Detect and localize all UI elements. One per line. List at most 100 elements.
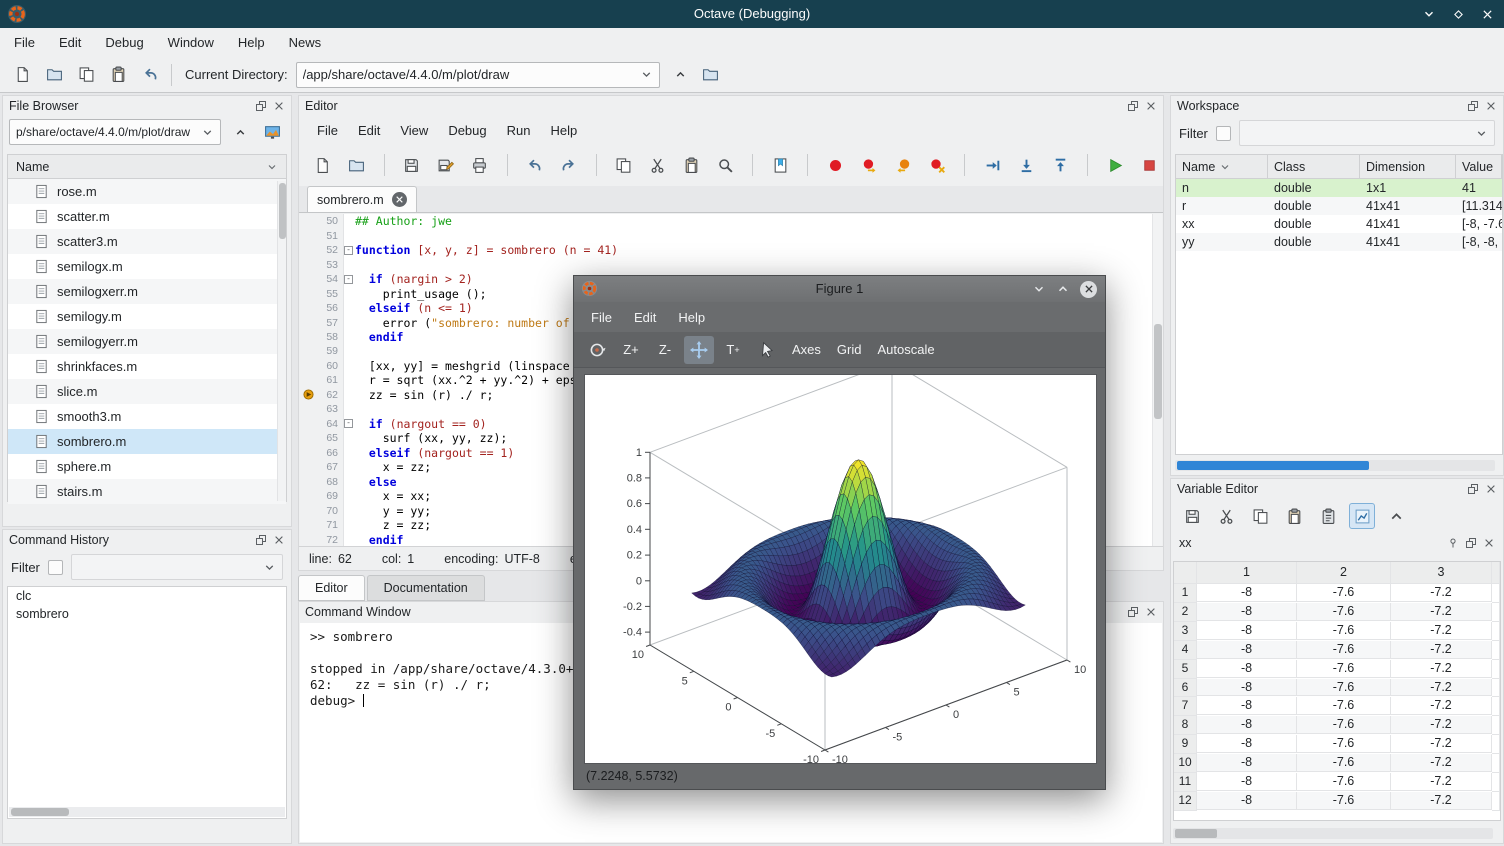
row-header-8[interactable]: 8 <box>1174 716 1197 735</box>
grid-cell[interactable]: -7.6 <box>1297 603 1391 621</box>
line-number[interactable]: 56 <box>316 302 342 314</box>
figure-window[interactable]: Figure 1 FileEditHelp Z+Z-T+AxesGridAuto… <box>573 275 1106 790</box>
command-history-title[interactable]: Command History <box>3 530 291 550</box>
fold-marker-icon[interactable]: - <box>342 419 355 428</box>
workspace-column-dimension[interactable]: Dimension <box>1360 155 1456 178</box>
collapse-icon[interactable] <box>1383 503 1409 529</box>
row-header-5[interactable]: 5 <box>1174 660 1197 679</box>
save-as-icon[interactable] <box>432 151 460 179</box>
menu-window[interactable]: Window <box>156 28 226 57</box>
rotate-icon[interactable] <box>582 336 612 364</box>
redo-icon[interactable] <box>555 151 583 179</box>
filter-checkbox[interactable] <box>48 560 63 575</box>
grid-cell[interactable]: -7.2 <box>1391 603 1492 621</box>
grid-cell[interactable]: -7.2 <box>1391 660 1492 678</box>
grid-cell[interactable]: -7.2 <box>1391 773 1492 791</box>
menu-news[interactable]: News <box>277 28 334 57</box>
file-row[interactable]: sphere.m <box>8 454 286 479</box>
browser-up-button[interactable] <box>227 119 253 145</box>
file-row[interactable]: scatter3.m <box>8 229 286 254</box>
remove-breakpoints-icon[interactable] <box>923 151 951 179</box>
cut-icon[interactable] <box>644 151 672 179</box>
line-number[interactable]: 59 <box>316 345 342 357</box>
line-number[interactable]: 71 <box>316 519 342 531</box>
workspace-row-r[interactable]: rdouble41x41[11.314 <box>1176 197 1502 215</box>
grid-cell[interactable]: -8 <box>1197 584 1297 602</box>
grid-cell[interactable]: -8 <box>1197 679 1297 697</box>
line-number[interactable]: 53 <box>316 259 342 271</box>
grid-cell[interactable]: -7.6 <box>1297 641 1391 659</box>
next-breakpoint-icon[interactable] <box>855 151 883 179</box>
editor-vscrollbar[interactable] <box>1152 214 1162 547</box>
line-number[interactable]: 52 <box>316 244 342 256</box>
history-hscrollbar[interactable] <box>9 807 285 817</box>
editor-menu-view[interactable]: View <box>390 123 438 138</box>
grid-cell[interactable]: -8 <box>1197 697 1297 715</box>
grid-cell[interactable]: -8 <box>1197 716 1297 734</box>
line-number[interactable]: 66 <box>316 447 342 459</box>
variable-hscrollbar[interactable] <box>1173 828 1493 839</box>
titlebar[interactable]: Octave (Debugging) <box>0 0 1504 28</box>
row-header-6[interactable]: 6 <box>1174 679 1197 698</box>
undock-icon[interactable] <box>1467 100 1479 112</box>
editor-title[interactable]: Editor <box>299 96 1163 116</box>
find-icon[interactable] <box>712 151 740 179</box>
undock-icon[interactable] <box>1467 483 1479 495</box>
line-number[interactable]: 60 <box>316 360 342 372</box>
line-number[interactable]: 62 <box>316 389 342 401</box>
zoom-in-button[interactable]: Z+ <box>616 336 646 364</box>
file-row[interactable]: shrinkfaces.m <box>8 354 286 379</box>
file-row[interactable]: semilogx.m <box>8 254 286 279</box>
undock-icon[interactable] <box>255 100 267 112</box>
grid-cell[interactable]: -8 <box>1197 735 1297 753</box>
row-header-7[interactable]: 7 <box>1174 697 1197 716</box>
row-header-11[interactable]: 11 <box>1174 773 1197 792</box>
column-header-1[interactable]: 1 <box>1197 562 1297 584</box>
line-number[interactable]: 72 <box>316 534 342 546</box>
column-header-3[interactable]: 3 <box>1391 562 1492 584</box>
undo-icon[interactable] <box>521 151 549 179</box>
grid-cell[interactable]: -7.6 <box>1297 697 1391 715</box>
paste-special-icon[interactable] <box>1315 503 1341 529</box>
file-row[interactable]: scatter.m <box>8 204 286 229</box>
grid-cell[interactable]: -7.6 <box>1297 584 1391 602</box>
toggle-breakpoint-icon[interactable] <box>821 151 849 179</box>
filter-checkbox[interactable] <box>1216 126 1231 141</box>
open-icon[interactable] <box>40 61 68 89</box>
file-list-scrollbar[interactable] <box>277 181 286 501</box>
line-number[interactable]: 68 <box>316 476 342 488</box>
editor-menu-run[interactable]: Run <box>497 123 541 138</box>
autoscale-button[interactable]: Autoscale <box>871 336 940 364</box>
pan-icon[interactable] <box>684 336 714 364</box>
line-number[interactable]: 58 <box>316 331 342 343</box>
code-line-53[interactable]: 53 <box>300 257 1162 271</box>
menu-file[interactable]: File <box>2 28 47 57</box>
grid-cell[interactable]: -8 <box>1197 754 1297 772</box>
workspace-title[interactable]: Workspace <box>1171 96 1503 116</box>
figure-menu-edit[interactable]: Edit <box>623 310 667 325</box>
line-number[interactable]: 64 <box>316 418 342 430</box>
paste-icon[interactable] <box>104 61 132 89</box>
grid-cell[interactable]: -7.2 <box>1391 754 1492 772</box>
directory-up-button[interactable] <box>668 62 694 88</box>
save-icon[interactable] <box>398 151 426 179</box>
menu-help[interactable]: Help <box>226 28 277 57</box>
copy-icon[interactable] <box>610 151 638 179</box>
row-header-10[interactable]: 10 <box>1174 754 1197 773</box>
plot-icon[interactable] <box>1349 503 1375 529</box>
minimize-button[interactable] <box>1422 7 1436 21</box>
column-header-2[interactable]: 2 <box>1297 562 1391 584</box>
grid-cell[interactable]: -7.6 <box>1297 716 1391 734</box>
grid-cell[interactable]: -7.6 <box>1297 792 1391 810</box>
history-filter-combobox[interactable] <box>71 554 283 580</box>
line-number[interactable]: 54 <box>316 273 342 285</box>
row-header-9[interactable]: 9 <box>1174 735 1197 754</box>
workspace-column-class[interactable]: Class <box>1268 155 1360 178</box>
line-number[interactable]: 69 <box>316 490 342 502</box>
workspace-row-n[interactable]: ndouble1x141 <box>1176 179 1502 197</box>
row-header-2[interactable]: 2 <box>1174 603 1197 622</box>
figure-canvas[interactable]: 10.80.60.40.20-0.2-0.41050-5-10-10-50510 <box>584 374 1097 764</box>
grid-cell[interactable]: -7.2 <box>1391 792 1492 810</box>
cut-icon[interactable] <box>1213 503 1239 529</box>
axes-button[interactable]: Axes <box>786 336 827 364</box>
